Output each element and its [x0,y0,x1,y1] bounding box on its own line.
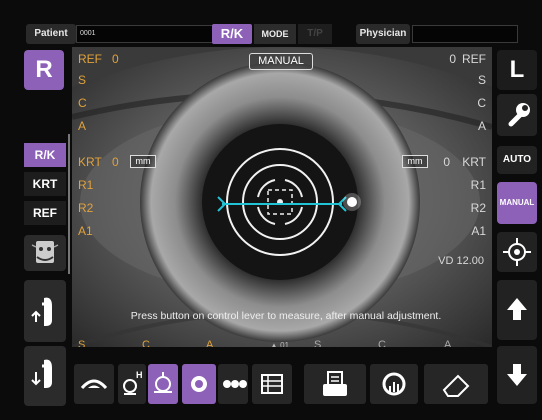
bottom-right-s-label: S [314,339,322,347]
left-krt-label: KRT [78,155,102,169]
left-ref-value: 0 [112,52,119,66]
right-c-label: C [477,96,486,110]
height-icon: H [123,370,143,395]
power-data-button[interactable] [370,364,418,404]
arrow-up-icon [507,298,527,320]
left-c-label: C [78,96,87,110]
chinrest-up-icon [31,297,52,326]
right-ref-value: 0 [449,52,456,66]
fog-image-button[interactable] [24,235,66,271]
left-mm-unit: mm [130,155,156,168]
left-s-label: S [78,73,87,87]
move-down-button[interactable] [497,346,537,404]
mode-rk-button[interactable]: R/K [24,143,66,167]
left-a-label: A [78,119,87,133]
bottom-left-s-label: S [78,339,86,347]
right-ref-label: REF [462,52,486,66]
manual-mode-tag: MANUAL [249,53,313,70]
chinrest-up-button[interactable] [24,280,66,342]
bottom-right-a-label: A [444,339,452,347]
left-r1-label: R1 [78,178,94,192]
printer-icon [323,371,347,396]
right-a-label: A [477,119,486,133]
left-ref-label: REF [78,52,102,66]
right-r1-label: R1 [470,178,486,192]
mode-ref-button[interactable]: REF [24,201,66,225]
fog-eye-icon [31,241,59,263]
patient-id-field[interactable]: 0001 [76,25,234,43]
print-button[interactable] [304,364,366,404]
mode-button[interactable]: MODE [254,24,296,44]
eyelid-button[interactable] [74,364,114,404]
rk-mode-button[interactable]: R/K [212,24,252,44]
left-eye-button[interactable]: L [497,50,537,90]
patient-label: Patient [26,24,76,44]
bottom-left-c-label: C [142,339,150,347]
right-mm-unit: mm [402,155,428,168]
peripheral-measure-button[interactable] [148,364,178,404]
pattern-button[interactable] [218,364,248,404]
wrench-icon [508,103,530,127]
top-bar: Patient 0001 R/K MODE T/P Physician [26,24,518,44]
left-r2-label: R2 [78,201,94,215]
clear-button[interactable] [424,364,488,404]
right-s-label: S [477,73,486,87]
svg-text:H: H [136,370,143,380]
retro-illumination-button[interactable] [182,364,216,404]
right-a1-label: A1 [471,224,486,238]
eye-image [72,47,492,347]
left-krt-value: 0 [112,155,119,169]
measurement-count-badge: ▲ 01 [270,341,289,347]
height-measure-button[interactable]: H [118,364,146,404]
auto-button[interactable]: AUTO [497,146,537,174]
pattern-icon [223,380,247,388]
app-window: Patient 0001 R/K MODE T/P Physician R R/… [0,0,542,420]
eraser-icon [442,374,470,397]
settings-button[interactable] [497,94,537,136]
measurement-count: 01 [280,341,290,347]
arrow-down-icon [507,364,527,386]
manual-button[interactable]: MANUAL [497,182,537,224]
chinrest-down-icon [31,359,52,388]
eyelid-icon [80,379,108,390]
flower-icon [191,376,207,392]
chinrest-down-button[interactable] [24,346,66,406]
peripheral-icon [154,372,172,393]
right-r2-label: R2 [470,201,486,215]
alignment-target-button[interactable] [497,232,537,272]
gauge-icon [382,372,406,396]
mode-scrollbar[interactable] [68,134,70,274]
tp-button[interactable]: T/P [298,24,332,44]
target-icon [503,238,531,266]
eye-small-icon: ▲ [270,341,278,347]
right-krt-value: 0 [443,155,450,169]
bottom-right-c-label: C [378,339,386,347]
vertex-distance-readout: VD 12.00 [438,255,484,267]
right-krt-label: KRT [462,155,486,169]
physician-field[interactable] [412,25,518,43]
right-eye-button[interactable]: R [24,50,64,90]
left-a1-label: A1 [78,224,93,238]
mode-krt-button[interactable]: KRT [24,172,66,196]
table-icon [261,374,283,394]
data-table-button[interactable] [252,364,292,404]
move-up-button[interactable] [497,280,537,340]
bottom-left-a-label: A [206,339,214,347]
instruction-message: Press button on control lever to measure… [130,310,442,322]
camera-view: MANUAL REF 0 S C A REF 0 S C A KRT 0 mm … [72,47,492,347]
physician-label: Physician [356,24,410,44]
